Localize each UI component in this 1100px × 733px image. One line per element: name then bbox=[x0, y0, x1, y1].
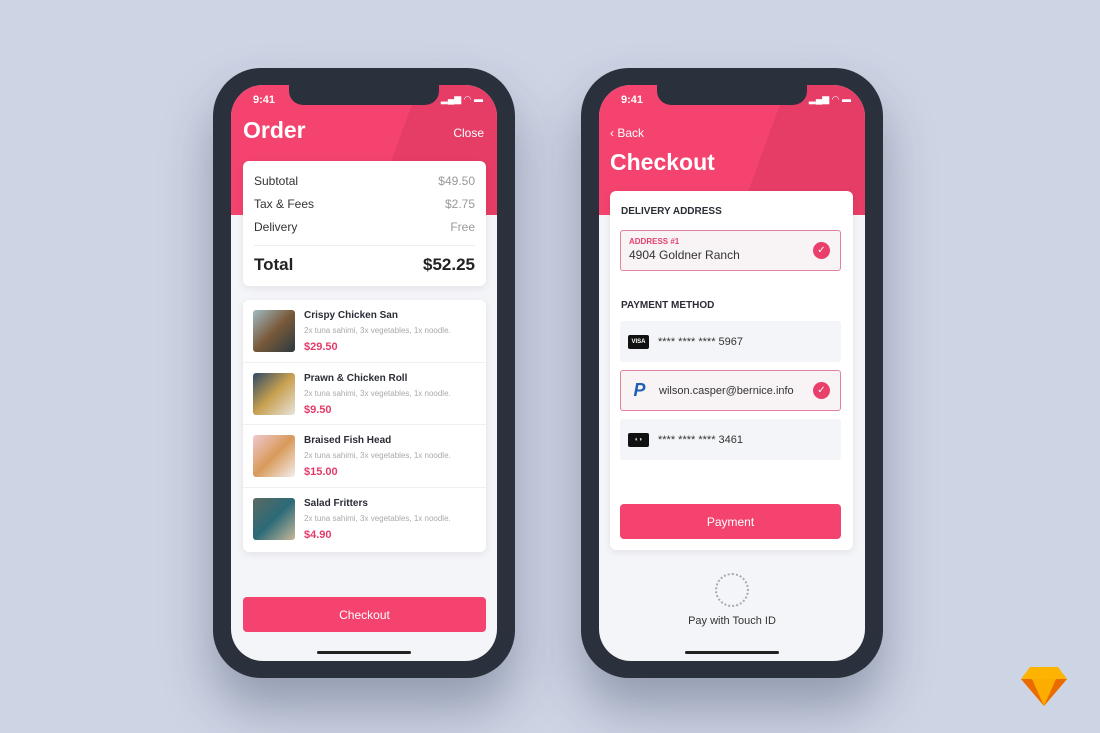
total-row: Total $52.25 bbox=[254, 245, 475, 275]
checkout-card: DELIVERY ADDRESS ADDRESS #1 4904 Goldner… bbox=[610, 191, 853, 550]
payment-heading: PAYMENT METHOD bbox=[621, 300, 715, 311]
item-desc: 2x tuna sahimi, 3x vegetables, 1x noodle… bbox=[304, 326, 451, 335]
label: Delivery bbox=[254, 219, 298, 234]
checkout-screen: 9:41 ▂▄▆ ◠ ▬ ‹ Back Checkout DELIVERY AD… bbox=[599, 85, 865, 661]
item-name: Crispy Chicken San bbox=[304, 310, 398, 321]
food-image bbox=[253, 435, 295, 477]
sketch-logo-icon bbox=[1021, 667, 1067, 706]
summary-row: Subtotal $49.50 bbox=[254, 169, 475, 192]
payment-option-visa[interactable]: VISA **** **** **** 5967 bbox=[620, 321, 841, 362]
value: Free bbox=[450, 219, 475, 234]
order-screen: 9:41 ▂▄▆ ◠ ▬ Order Close Subtotal $49.50 … bbox=[231, 85, 497, 661]
status-icons: ▂▄▆ ◠ ▬ bbox=[808, 94, 851, 104]
address-option[interactable]: ADDRESS #1 4904 Goldner Ranch ✓ bbox=[620, 230, 841, 271]
item-price: $4.90 bbox=[304, 528, 332, 541]
summary-card: Subtotal $49.50 Tax & Fees $2.75 Delivery F… bbox=[243, 161, 486, 286]
label: Subtotal bbox=[254, 173, 299, 188]
notch bbox=[289, 85, 439, 105]
label: Tax & Fees bbox=[254, 196, 315, 211]
value: $2.75 bbox=[444, 196, 475, 211]
food-image bbox=[253, 310, 295, 352]
item-desc: 2x tuna sahimi, 3x vegetables, 1x noodle… bbox=[304, 513, 451, 523]
item-name: Salad Fritters bbox=[304, 497, 368, 509]
summary-row: Tax & Fees $2.75 bbox=[254, 192, 475, 215]
list-item[interactable]: Crispy Chicken San 2x tuna sahimi, 3x veg… bbox=[243, 300, 486, 363]
check-icon: ✓ bbox=[813, 382, 830, 399]
food-image bbox=[253, 497, 295, 540]
method-text: wilson.casper@bernice.info bbox=[659, 384, 794, 397]
back-label: Back bbox=[617, 126, 645, 140]
check-icon: ✓ bbox=[813, 242, 830, 259]
value: $49.50 bbox=[438, 173, 475, 188]
list-item[interactable]: Braised Fish Head 2x tuna sahimi, 3x vege… bbox=[243, 425, 486, 488]
page-title: Checkout bbox=[610, 149, 715, 175]
item-name: Prawn & Chicken Roll bbox=[304, 372, 408, 384]
delivery-heading: DELIVERY ADDRESS bbox=[621, 206, 722, 217]
food-image bbox=[253, 372, 295, 415]
method-text: **** **** **** 3461 bbox=[658, 433, 744, 446]
item-name: Braised Fish Head bbox=[304, 435, 392, 446]
payment-button[interactable]: Payment bbox=[620, 504, 841, 539]
back-button[interactable]: ‹ Back bbox=[610, 126, 644, 140]
payment-option-mastercard[interactable]: ◐◑ **** **** **** 3461 bbox=[620, 419, 841, 460]
status-time: 9:41 bbox=[621, 94, 644, 106]
close-button[interactable]: Close bbox=[453, 126, 484, 140]
item-price: $9.50 bbox=[304, 403, 332, 416]
list-item[interactable]: Salad Fritters 2x tuna sahimi, 3x vegetab… bbox=[243, 488, 486, 551]
page-title: Order bbox=[243, 117, 306, 143]
item-price: $15.00 bbox=[304, 466, 338, 478]
status-icons: ▂▄▆ ◠ ▬ bbox=[440, 94, 483, 104]
checkout-button[interactable]: Checkout bbox=[243, 597, 486, 632]
address-value: 4904 Goldner Ranch bbox=[629, 248, 740, 262]
items-list: Crispy Chicken San 2x tuna sahimi, 3x veg… bbox=[243, 300, 486, 552]
status-time: 9:41 bbox=[253, 94, 276, 106]
address-label: ADDRESS #1 bbox=[629, 237, 680, 246]
summary-row: Delivery Free bbox=[254, 215, 475, 238]
total-value: $52.25 bbox=[423, 255, 475, 274]
list-item[interactable]: Prawn & Chicken Roll 2x tuna sahimi, 3x v… bbox=[243, 363, 486, 425]
notch bbox=[657, 85, 807, 105]
item-desc: 2x tuna sahimi, 3x vegetables, 1x noodle… bbox=[304, 451, 451, 460]
touch-id-label[interactable]: Pay with Touch ID bbox=[599, 615, 865, 627]
fingerprint-icon[interactable] bbox=[715, 573, 749, 607]
total-label: Total bbox=[254, 255, 294, 274]
home-indicator bbox=[685, 651, 779, 654]
mastercard-icon: ◐◑ bbox=[628, 432, 649, 447]
paypal-icon: P bbox=[633, 380, 646, 400]
visa-icon: VISA bbox=[628, 334, 649, 349]
phone-checkout: 9:41 ▂▄▆ ◠ ▬ ‹ Back Checkout DELIVERY AD… bbox=[581, 68, 883, 678]
payment-option-paypal[interactable]: Pwilson.casper@bernice.info ✓ bbox=[620, 370, 841, 411]
phone-order: 9:41 ▂▄▆ ◠ ▬ Order Close Subtotal $49.50 … bbox=[213, 68, 515, 678]
item-price: $29.50 bbox=[304, 341, 338, 353]
method-text: **** **** **** 5967 bbox=[658, 335, 744, 348]
item-desc: 2x tuna sahimi, 3x vegetables, 1x noodle… bbox=[304, 388, 451, 398]
home-indicator bbox=[317, 651, 411, 654]
